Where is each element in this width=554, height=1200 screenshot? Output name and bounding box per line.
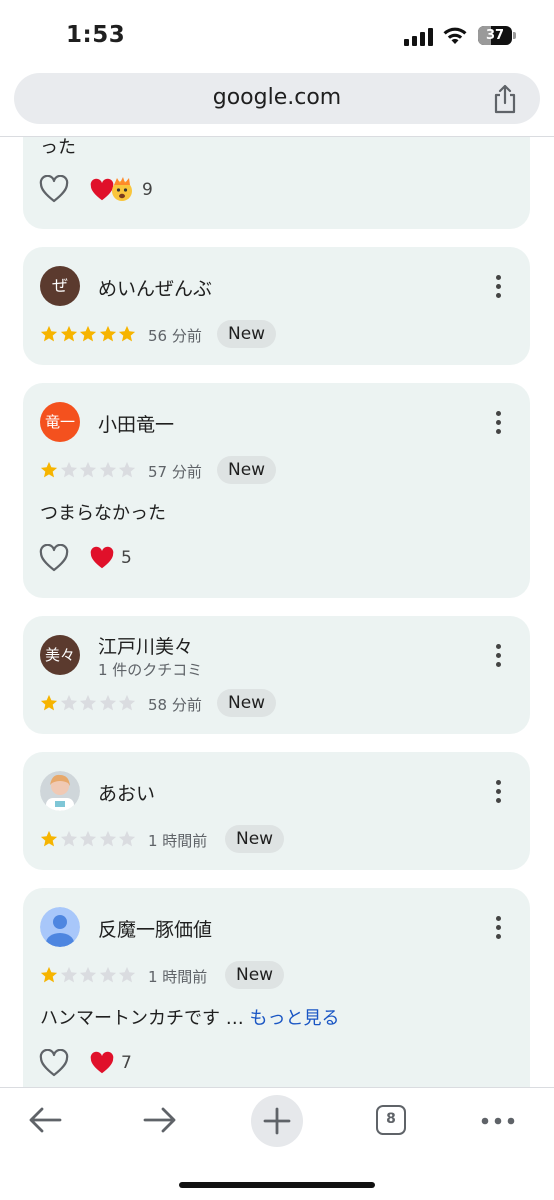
new-badge: New xyxy=(217,320,277,348)
star-filled-icon xyxy=(40,325,58,342)
star-rating xyxy=(40,461,140,479)
like-heart-icon[interactable] xyxy=(39,544,69,572)
tab-switcher-button[interactable]: 8 xyxy=(376,1105,406,1135)
avatar[interactable] xyxy=(40,907,80,947)
reviewer-name[interactable]: 江戸川美々 xyxy=(98,632,193,659)
star-filled-icon xyxy=(99,325,116,342)
more-options-icon[interactable] xyxy=(496,644,502,668)
review-text-line: ハンマートンカチです … もっと見る xyxy=(40,1004,339,1030)
battery-level: 37 xyxy=(485,28,505,43)
review-age: 57 分前 xyxy=(148,463,202,481)
avatar[interactable]: 竜一 xyxy=(40,402,80,442)
star-empty-icon xyxy=(99,966,116,983)
reaction-count: 9 xyxy=(142,180,153,200)
more-options-icon[interactable] xyxy=(496,916,502,940)
cellular-signal-icon xyxy=(404,28,434,46)
star-empty-icon xyxy=(118,694,136,711)
star-empty-icon xyxy=(60,830,77,847)
status-time: 1:53 xyxy=(66,22,126,48)
review-card: ぜ めいんぜんぶ 56 分前 New xyxy=(23,247,530,365)
more-options-icon[interactable] xyxy=(496,411,502,435)
like-heart-icon[interactable] xyxy=(39,175,69,203)
star-empty-icon xyxy=(60,966,77,983)
exploding-head-emoji-icon xyxy=(112,177,132,201)
reaction-summary[interactable] xyxy=(89,176,137,202)
star-rating xyxy=(40,694,140,712)
star-empty-icon xyxy=(118,966,136,983)
more-options-icon[interactable] xyxy=(496,780,502,804)
review-age: 1 時間前 xyxy=(148,832,208,850)
new-badge: New xyxy=(217,689,277,717)
review-text: った xyxy=(40,137,76,158)
heart-emoji-icon[interactable] xyxy=(89,1051,115,1075)
star-empty-icon xyxy=(99,694,116,711)
battery-icon: 37 xyxy=(478,26,516,45)
star-filled-icon xyxy=(40,966,58,983)
new-badge: New xyxy=(225,961,285,989)
back-arrow-icon[interactable] xyxy=(27,1105,63,1135)
reaction-count: 7 xyxy=(121,1053,132,1073)
reviews-list: った 9 ぜ めいんぜんぶ 56 分前 New 竜一 小田竜一 57 分前 Ne… xyxy=(0,137,554,1087)
star-empty-icon xyxy=(79,694,97,711)
plus-icon xyxy=(263,1107,291,1135)
star-filled-icon xyxy=(40,461,58,478)
star-empty-icon xyxy=(99,830,116,847)
star-filled-icon xyxy=(79,325,97,342)
review-card: 竜一 小田竜一 57 分前 New つまらなかった 5 xyxy=(23,383,530,598)
review-card: った 9 xyxy=(23,137,530,229)
reviewer-name[interactable]: めいんぜんぶ xyxy=(98,274,212,301)
review-count: 1 件のクチコミ xyxy=(98,661,203,679)
star-rating xyxy=(40,325,140,343)
star-filled-icon xyxy=(118,325,136,342)
review-card: 美々 江戸川美々 1 件のクチコミ 58 分前 New xyxy=(23,616,530,734)
review-age: 1 時間前 xyxy=(148,968,208,986)
new-badge: New xyxy=(217,456,277,484)
avatar[interactable]: ぜ xyxy=(40,266,80,306)
star-empty-icon xyxy=(118,830,136,847)
reviewer-name[interactable]: 反魔一豚価値 xyxy=(98,915,212,942)
more-menu-icon[interactable] xyxy=(480,1116,516,1126)
status-bar: 1:53 37 xyxy=(0,0,554,70)
address-bar[interactable]: google.com xyxy=(14,73,540,124)
reviewer-name[interactable]: あおい xyxy=(98,779,155,806)
star-rating xyxy=(40,966,140,984)
forward-arrow-icon[interactable] xyxy=(142,1105,178,1135)
star-filled-icon xyxy=(60,325,77,342)
review-text: つまらなかった xyxy=(40,503,166,524)
star-empty-icon xyxy=(99,461,116,478)
more-options-icon[interactable] xyxy=(496,275,502,299)
wifi-icon xyxy=(443,27,467,44)
review-card: あおい 1 時間前 New xyxy=(23,752,530,870)
review-text: ハンマートンカチです … xyxy=(40,1008,244,1029)
star-empty-icon xyxy=(118,461,136,478)
like-heart-icon[interactable] xyxy=(39,1049,69,1077)
new-badge: New xyxy=(225,825,285,853)
home-indicator xyxy=(179,1182,375,1188)
star-empty-icon xyxy=(60,694,77,711)
heart-emoji-icon[interactable] xyxy=(89,546,115,570)
review-age: 56 分前 xyxy=(148,327,202,345)
star-empty-icon xyxy=(79,966,97,983)
read-more-link[interactable]: もっと見る xyxy=(249,1008,339,1029)
reviewer-name[interactable]: 小田竜一 xyxy=(98,410,174,437)
avatar[interactable]: 美々 xyxy=(40,635,80,675)
star-rating xyxy=(40,830,140,848)
star-empty-icon xyxy=(79,461,97,478)
share-icon[interactable] xyxy=(492,84,518,114)
star-filled-icon xyxy=(40,830,58,847)
reaction-count: 5 xyxy=(121,548,132,568)
star-empty-icon xyxy=(79,830,97,847)
address-bar-url[interactable]: google.com xyxy=(14,85,540,110)
star-filled-icon xyxy=(40,694,58,711)
review-age: 58 分前 xyxy=(148,696,202,714)
review-card: 反魔一豚価値 1 時間前 New ハンマートンカチです … もっと見る 7 xyxy=(23,888,530,1087)
new-tab-button[interactable] xyxy=(251,1095,303,1147)
avatar[interactable] xyxy=(40,771,80,811)
star-empty-icon xyxy=(60,461,77,478)
